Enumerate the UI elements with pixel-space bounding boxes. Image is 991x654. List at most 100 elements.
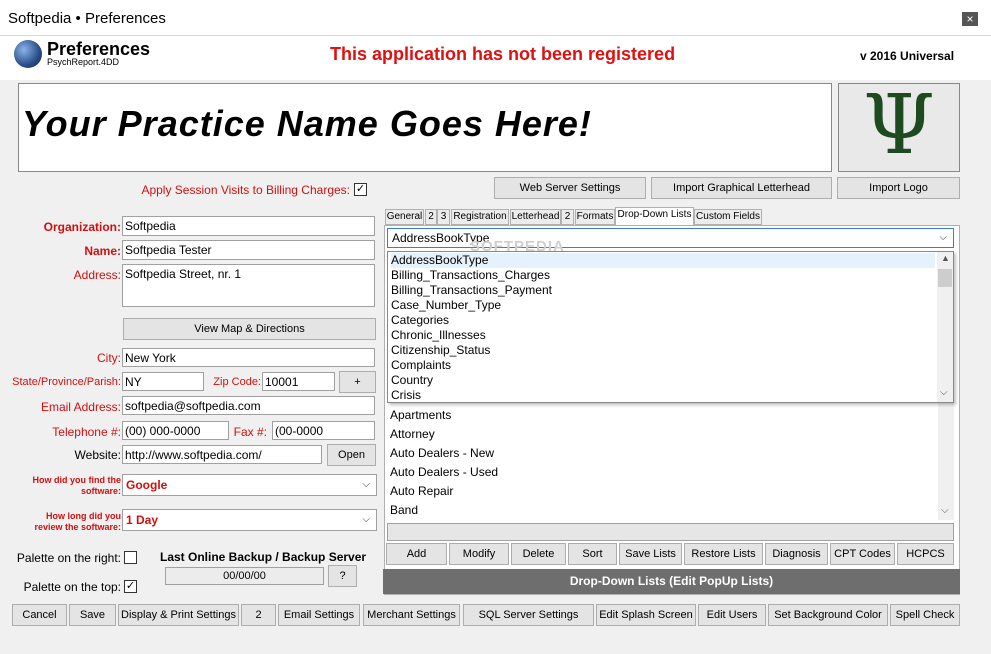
fax-label: Fax #: — [233, 425, 267, 439]
dropdown-option[interactable]: Country — [391, 373, 433, 388]
tab-letterhead[interactable]: Letterhead — [510, 209, 561, 225]
header-subtitle: PsychReport.4DD — [47, 57, 120, 67]
merchant-settings-button[interactable]: Merchant Settings — [363, 604, 460, 626]
name-field[interactable]: Softpedia Tester — [122, 240, 375, 260]
dropdown-option[interactable]: Case_Number_Type — [391, 298, 501, 313]
address-field[interactable]: Softpedia Street, nr. 1 — [122, 264, 375, 307]
apply-session-checkbox[interactable]: ✓ — [354, 183, 367, 196]
sql-server-settings-button[interactable]: SQL Server Settings — [463, 604, 594, 626]
found-software-label-line2: software: — [80, 486, 121, 496]
chevron-down-icon: ⌵ — [362, 514, 370, 525]
zip-field[interactable]: 10001 — [262, 372, 335, 391]
list-item[interactable]: Attorney — [390, 425, 435, 444]
web-server-settings-button[interactable]: Web Server Settings — [494, 177, 646, 199]
palette-right-checkbox[interactable] — [124, 551, 137, 564]
tab-general-2[interactable]: 2 — [425, 209, 437, 225]
review-time-select[interactable]: 1 Day ⌵ — [122, 509, 377, 531]
dropdown-option[interactable]: Categories — [391, 313, 449, 328]
open-website-button[interactable]: Open — [327, 444, 376, 466]
review-time-label-line1: How long did you — [46, 511, 121, 521]
palette-top-label: Palette on the top: — [23, 580, 121, 594]
dropdown-option[interactable]: Crisis — [391, 388, 421, 403]
palette-top-checkbox[interactable]: ✓ — [124, 580, 137, 593]
email-label: Email Address: — [40, 400, 121, 414]
cancel-button[interactable]: Cancel — [12, 604, 67, 626]
apply-session-label: Apply Session Visits to Billing Charges: — [141, 183, 350, 197]
restore-lists-button[interactable]: Restore Lists — [684, 543, 763, 565]
tab-general[interactable]: General — [385, 209, 424, 225]
dropdown-option[interactable]: Complaints — [391, 358, 451, 373]
close-icon[interactable]: × — [962, 12, 978, 26]
state-label: State/Province/Parish: — [12, 376, 121, 388]
telephone-field[interactable]: (00) 000-0000 — [122, 421, 229, 440]
list-item[interactable]: Band — [390, 501, 418, 520]
tab-drop-down-lists[interactable]: Drop-Down Lists — [615, 207, 694, 226]
tab-registration[interactable]: Registration — [451, 209, 509, 225]
city-label: City: — [97, 351, 121, 365]
list-item[interactable]: Auto Dealers - New — [390, 444, 494, 463]
city-field[interactable]: New York — [122, 348, 375, 367]
spell-check-button[interactable]: Spell Check — [890, 604, 960, 626]
telephone-label: Telephone #: — [52, 425, 121, 439]
import-letterhead-button[interactable]: Import Graphical Letterhead — [651, 177, 832, 199]
tab-general-3[interactable]: 3 — [437, 209, 450, 225]
dropdown-scrollbar[interactable]: ▲ ⌵ — [937, 252, 953, 402]
zip-label: Zip Code: — [213, 376, 261, 388]
review-time-value: 1 Day — [126, 513, 159, 527]
display-print-settings-button[interactable]: Display & Print Settings — [118, 604, 239, 626]
found-software-value: Google — [126, 478, 168, 492]
cpt-codes-button[interactable]: CPT Codes — [830, 543, 895, 565]
state-field[interactable]: NY — [122, 372, 204, 391]
edit-users-button[interactable]: Edit Users — [698, 604, 766, 626]
backup-help-button[interactable]: ? — [328, 565, 357, 587]
dropdown-option[interactable]: Chronic_Illnesses — [391, 328, 486, 343]
email-settings-button[interactable]: Email Settings — [278, 604, 360, 626]
scroll-up-arrow-icon[interactable]: ▲ — [941, 253, 950, 263]
delete-button[interactable]: Delete — [511, 543, 566, 565]
name-label: Name: — [84, 244, 121, 258]
list-items: Apartments Attorney Auto Dealers - New A… — [387, 405, 938, 520]
scroll-down-arrow-icon[interactable]: ⌵ — [940, 387, 948, 398]
edit-splash-screen-button[interactable]: Edit Splash Screen — [596, 604, 696, 626]
organization-label: Organization: — [43, 220, 121, 234]
organization-field[interactable]: Softpedia — [122, 216, 375, 236]
practice-name-banner: Your Practice Name Goes Here! — [22, 103, 592, 144]
title-bar-content: Softpedia • Preferences × — [0, 0, 991, 36]
panel-footer-title: Drop-Down Lists (Edit PopUp Lists) — [383, 569, 960, 594]
list-item[interactable]: Auto Repair — [390, 482, 453, 501]
fax-field[interactable]: (00-0000 — [272, 421, 375, 440]
add-zip-button[interactable]: + — [339, 371, 376, 393]
email-field[interactable]: softpedia@softpedia.com — [122, 396, 375, 415]
found-software-select[interactable]: Google ⌵ — [122, 474, 377, 496]
list-entry-field[interactable] — [387, 523, 954, 541]
list-item[interactable]: Apartments — [390, 406, 451, 425]
save-button[interactable]: Save — [69, 604, 116, 626]
add-button[interactable]: Add — [386, 543, 447, 565]
save-lists-button[interactable]: Save Lists — [619, 543, 682, 565]
dropdown-option[interactable]: Billing_Transactions_Charges — [391, 268, 550, 283]
list-type-dropdown: AddressBookType Billing_Transactions_Cha… — [387, 251, 954, 403]
registration-notice: This application has not been registered — [330, 44, 676, 64]
view-map-button[interactable]: View Map & Directions — [123, 318, 376, 340]
tab-letterhead-2[interactable]: 2 — [561, 209, 574, 225]
scroll-down-arrow-icon[interactable]: ⌵ — [941, 505, 949, 516]
modify-button[interactable]: Modify — [449, 543, 509, 565]
review-time-label: How long did you review the software: — [4, 511, 121, 533]
diagnosis-button[interactable]: Diagnosis — [765, 543, 828, 565]
tab-formats[interactable]: Formats — [575, 209, 615, 225]
chevron-down-icon: ⌵ — [939, 232, 947, 243]
dropdown-scroll-thumb[interactable] — [938, 269, 952, 287]
dropdown-option[interactable]: AddressBookType — [391, 253, 935, 268]
chevron-down-icon: ⌵ — [362, 479, 370, 490]
palette-right-label: Palette on the right: — [16, 551, 121, 565]
list-item[interactable]: Auto Dealers - Used — [390, 463, 498, 482]
dropdown-option[interactable]: Billing_Transactions_Payment — [391, 283, 552, 298]
tab-custom-fields[interactable]: Custom Fields — [694, 209, 762, 225]
sort-button[interactable]: Sort — [568, 543, 617, 565]
display-settings-2-button[interactable]: 2 — [241, 604, 276, 626]
website-field[interactable]: http://www.softpedia.com/ — [122, 445, 322, 464]
hcpcs-button[interactable]: HCPCS — [897, 543, 954, 565]
dropdown-option[interactable]: Citizenship_Status — [391, 343, 490, 358]
import-logo-button[interactable]: Import Logo — [837, 177, 960, 199]
set-background-color-button[interactable]: Set Background Color — [768, 604, 888, 626]
